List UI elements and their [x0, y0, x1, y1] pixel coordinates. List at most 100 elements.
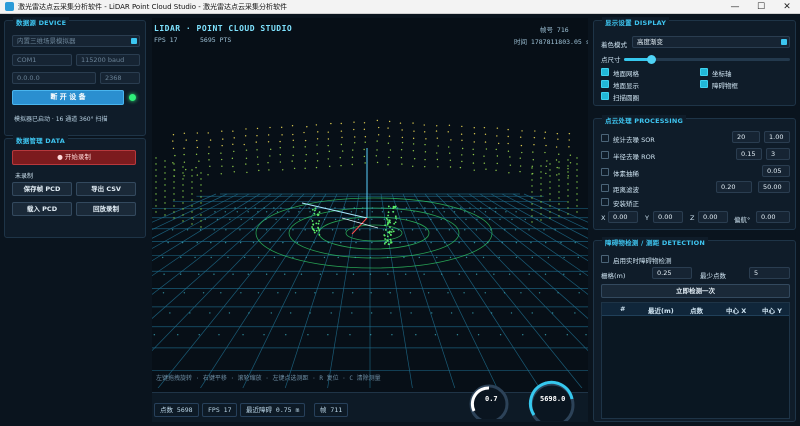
cloud-point — [507, 142, 509, 145]
ror-neighbors-input[interactable]: 3 — [766, 148, 790, 160]
scan-circle-checkbox[interactable] — [601, 92, 609, 100]
install-calib-checkbox[interactable] — [601, 198, 609, 206]
cloud-point — [558, 179, 560, 181]
cloud-point — [327, 131, 329, 133]
cloud-point — [567, 171, 569, 173]
ground-show-checkbox[interactable] — [601, 80, 609, 88]
ror-radius-input[interactable]: 0.15 — [736, 148, 762, 160]
cloud-point — [248, 312, 250, 314]
cloud-point — [496, 127, 499, 129]
load-pcd-button[interactable]: 载入 PCD — [12, 202, 72, 216]
color-mode-value: 高度渐变 — [637, 38, 663, 46]
measure-line — [341, 217, 379, 229]
grid-size-input[interactable]: 0.25 — [652, 267, 692, 279]
cloud-point — [465, 256, 468, 259]
udp-port-field[interactable]: 2368 — [100, 72, 140, 84]
offset-y-input[interactable]: 0.00 — [653, 211, 683, 223]
grid-line — [380, 193, 413, 388]
cloud-point — [484, 292, 486, 294]
cloud-point — [387, 164, 389, 166]
cloud-point — [268, 169, 270, 171]
cloud-point — [563, 273, 565, 275]
record-button[interactable]: ● 开始录制 — [12, 150, 136, 165]
ground-grid-checkbox[interactable] — [601, 68, 609, 76]
realtime-detect-label: 启用实时障碍物检测 — [613, 257, 672, 265]
cloud-point — [404, 273, 407, 275]
cloud-point — [531, 256, 533, 259]
cloud-point — [545, 172, 547, 175]
cloud-point — [558, 161, 560, 163]
voxel-checkbox[interactable] — [601, 168, 609, 176]
minimize-button[interactable]: — — [722, 2, 748, 12]
cloud-point — [244, 207, 247, 209]
cloud-point — [369, 229, 371, 231]
cloud-point — [461, 160, 463, 163]
cloud-point — [221, 130, 223, 132]
cloud-point — [243, 143, 245, 146]
cloud-point — [340, 130, 343, 132]
connect-button[interactable]: 断 开 设 备 — [12, 90, 124, 105]
range-checkbox[interactable] — [601, 184, 609, 192]
cloud-point — [475, 229, 478, 231]
realtime-detect-checkbox[interactable] — [601, 255, 609, 263]
save-frame-button[interactable]: 保存帧 PCD — [12, 182, 72, 196]
cloud-point — [425, 138, 427, 140]
range-max-input[interactable]: 50.00 — [758, 181, 790, 193]
cloud-point — [265, 229, 268, 231]
voxel-size-input[interactable]: 0.05 — [762, 165, 790, 177]
point-size-slider[interactable] — [624, 55, 790, 64]
grid-line — [152, 193, 239, 239]
close-button[interactable]: ✕ — [774, 2, 800, 12]
cloud-point — [265, 211, 268, 213]
offset-z-input[interactable]: 0.00 — [698, 211, 728, 223]
sor-checkbox[interactable] — [601, 134, 609, 142]
cloud-point — [229, 218, 231, 221]
cloud-point — [557, 292, 559, 294]
color-mode-select[interactable]: 高度渐变 — [632, 36, 790, 48]
grid-line — [157, 193, 316, 388]
display-panel: 显示设置 DISPLAY 着色模式 高度渐变 点尺寸 地面网格 坐标轴 地面显示… — [593, 17, 796, 106]
obstacle-point — [386, 235, 389, 238]
cloud-point — [234, 207, 236, 209]
cloud-point — [172, 134, 175, 136]
port-field[interactable]: COM1 — [12, 54, 72, 66]
data-panel: 数据管理 DATA ● 开始录制 未录制 保存帧 PCD 导出 CSV 载入 P… — [4, 135, 146, 238]
playback-button[interactable]: 回放录制 — [76, 202, 136, 216]
ip-field[interactable]: 0.0.0.0 — [12, 72, 96, 84]
stat-points: 点数 5698 — [154, 403, 199, 417]
axes-checkbox[interactable] — [700, 68, 708, 76]
baud-field[interactable]: 115200 baud — [76, 54, 140, 66]
yaw-input[interactable]: 0.00 — [756, 211, 790, 223]
cloud-point — [448, 229, 451, 231]
grid-line — [435, 193, 588, 352]
detect-now-button[interactable]: 立即检测一次 — [601, 284, 790, 298]
cloud-point — [383, 218, 386, 221]
point-size-slider-handle[interactable] — [646, 55, 656, 64]
cloud-point — [257, 256, 260, 259]
cloud-point — [490, 229, 492, 231]
min-points-input[interactable]: 5 — [749, 267, 790, 279]
point-cloud-viewport[interactable]: LIDAR · POINT CLOUD STUDIO FPS 17 5695 P… — [152, 18, 588, 422]
source-select[interactable]: 内置三维场景模拟器 — [12, 35, 140, 47]
point-cloud-scene[interactable] — [152, 18, 588, 388]
cloud-point — [209, 312, 211, 314]
cloud-point — [449, 152, 451, 154]
cloud-point — [331, 229, 334, 231]
obstacle-box-checkbox[interactable] — [700, 80, 708, 88]
cloud-point — [173, 175, 175, 177]
sor-k-input[interactable]: 20 — [732, 131, 760, 143]
cloud-point — [515, 211, 517, 213]
cloud-point — [196, 174, 199, 176]
cloud-point — [328, 211, 330, 213]
maximize-button[interactable]: ☐ — [748, 2, 774, 12]
offset-x-input[interactable]: 0.00 — [608, 211, 638, 223]
ror-checkbox[interactable] — [601, 151, 609, 159]
cloud-point — [298, 218, 301, 221]
cloud-point — [200, 184, 202, 186]
cloud-point — [314, 292, 316, 294]
obstacle-point — [315, 229, 318, 232]
points-label: 5695 PTS — [200, 36, 232, 44]
export-csv-button[interactable]: 导出 CSV — [76, 182, 136, 196]
sor-std-input[interactable]: 1.00 — [764, 131, 790, 143]
range-min-input[interactable]: 0.20 — [716, 181, 752, 193]
